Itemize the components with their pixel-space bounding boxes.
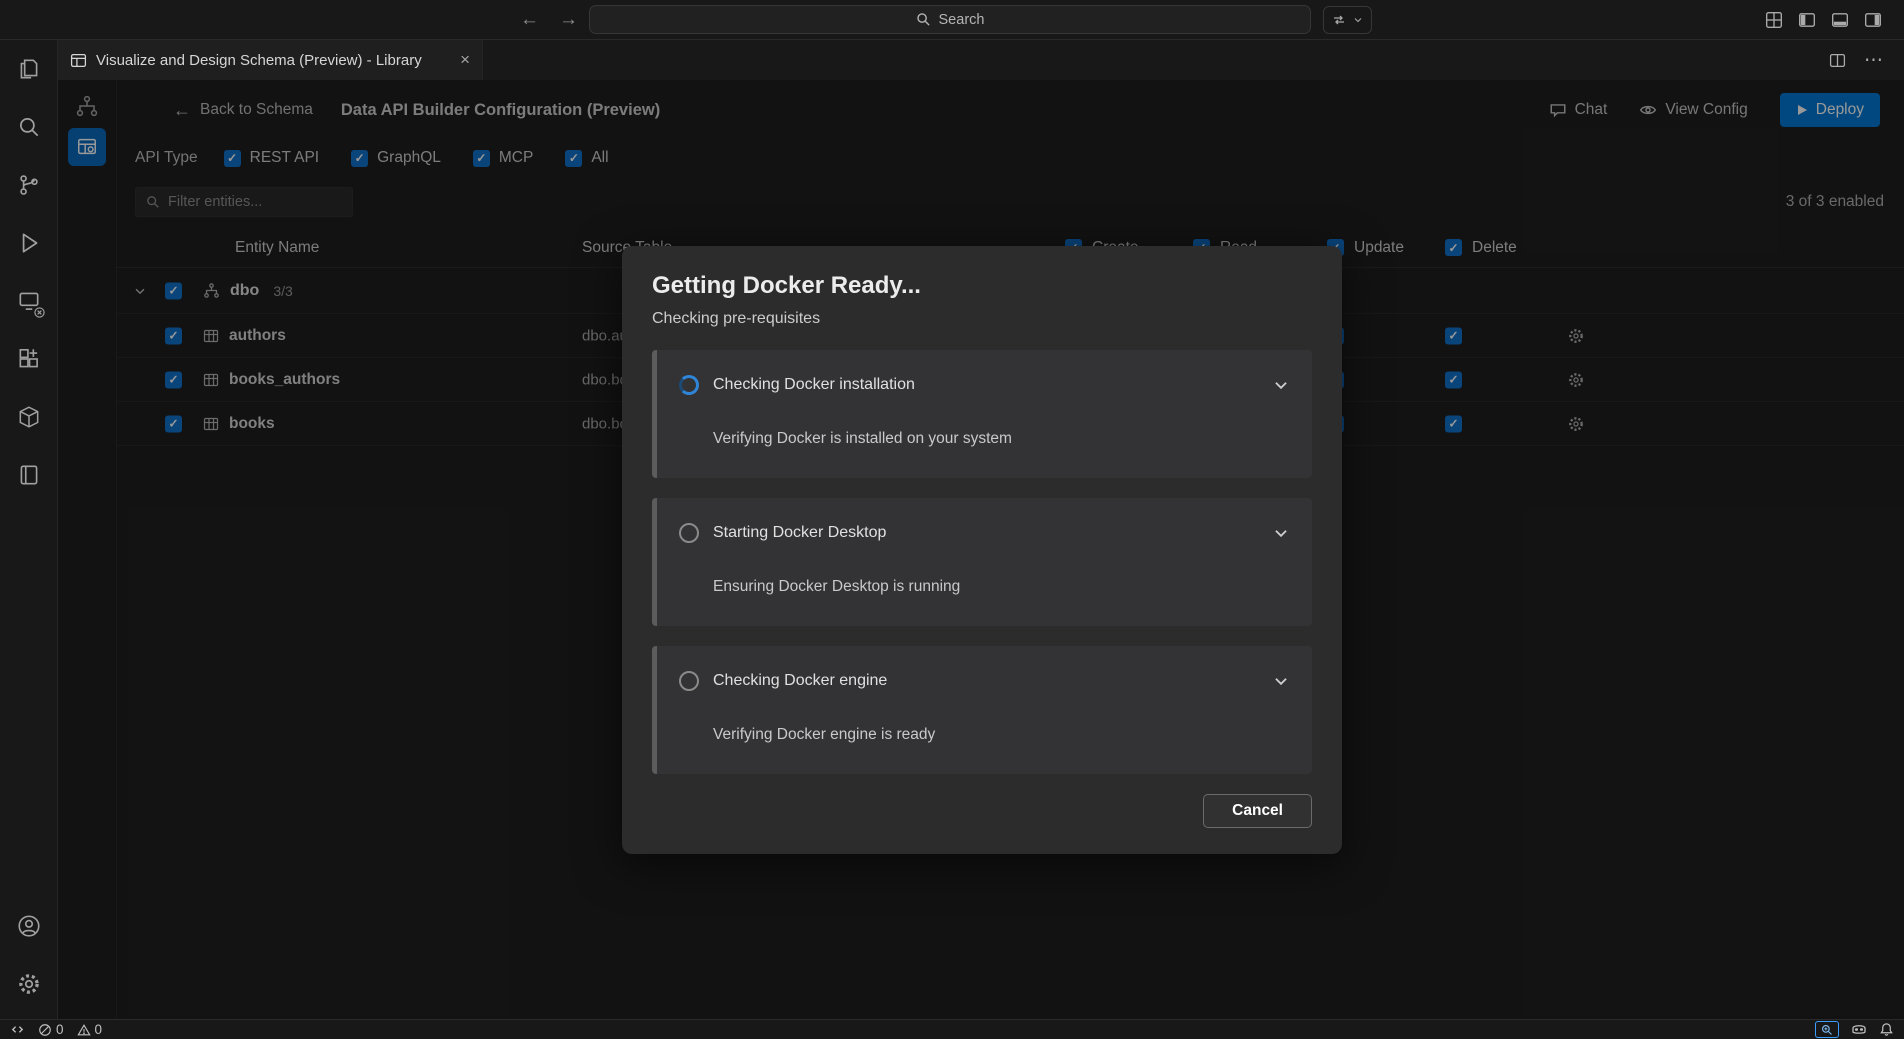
titlebar: ← → Search bbox=[0, 0, 1904, 40]
error-badge-icon bbox=[34, 307, 45, 318]
toggle-secondary-sidebar-icon[interactable] bbox=[1864, 11, 1882, 29]
designer-tab-icon bbox=[70, 52, 87, 69]
sync-icon bbox=[1331, 12, 1347, 28]
tab-close-icon[interactable]: × bbox=[460, 50, 470, 70]
settings-gear-icon[interactable] bbox=[0, 955, 57, 1013]
step-docker-installation: Checking Docker installation Verifying D… bbox=[652, 350, 1312, 478]
status-bar: 0 0 bbox=[0, 1019, 1904, 1039]
session-dropdown-button[interactable] bbox=[1323, 6, 1372, 34]
search-view-icon[interactable] bbox=[0, 98, 57, 156]
cancel-button[interactable]: Cancel bbox=[1203, 794, 1312, 828]
spinner-icon bbox=[679, 375, 699, 395]
dialog-subtitle: Checking pre-requisites bbox=[652, 310, 1312, 328]
remote-indicator-icon[interactable] bbox=[10, 1022, 25, 1037]
account-icon[interactable] bbox=[0, 897, 57, 955]
chevron-down-icon[interactable] bbox=[1272, 524, 1290, 542]
command-search[interactable]: Search bbox=[589, 5, 1311, 34]
search-icon bbox=[916, 12, 931, 27]
warning-icon bbox=[77, 1023, 91, 1037]
tab-bar: Visualize and Design Schema (Preview) - … bbox=[58, 40, 1904, 80]
pending-circle-icon bbox=[679, 523, 699, 543]
zoom-indicator[interactable] bbox=[1815, 1021, 1839, 1038]
forward-arrow-icon[interactable]: → bbox=[559, 9, 578, 31]
explorer-icon[interactable] bbox=[0, 40, 57, 98]
dialog-title: Getting Docker Ready... bbox=[652, 272, 1312, 300]
warnings-status[interactable]: 0 bbox=[77, 1022, 103, 1037]
containers-icon[interactable] bbox=[0, 388, 57, 446]
extensions-icon[interactable] bbox=[0, 330, 57, 388]
split-editor-icon[interactable] bbox=[1829, 52, 1846, 69]
step-docker-engine: Checking Docker engine Verifying Docker … bbox=[652, 646, 1312, 774]
toggle-primary-sidebar-icon[interactable] bbox=[1798, 11, 1816, 29]
chevron-down-icon[interactable] bbox=[1272, 376, 1290, 394]
search-placeholder: Search bbox=[939, 12, 985, 28]
more-actions-icon[interactable]: ⋯ bbox=[1864, 49, 1884, 72]
back-arrow-icon[interactable]: ← bbox=[520, 9, 539, 31]
zoom-icon bbox=[1821, 1024, 1833, 1036]
customize-layout-icon[interactable] bbox=[1765, 11, 1783, 29]
source-control-icon[interactable] bbox=[0, 156, 57, 214]
sql-server-icon[interactable] bbox=[0, 272, 57, 330]
step-docker-desktop: Starting Docker Desktop Ensuring Docker … bbox=[652, 498, 1312, 626]
database-projects-icon[interactable] bbox=[0, 446, 57, 504]
run-debug-icon[interactable] bbox=[0, 214, 57, 272]
chevron-down-icon[interactable] bbox=[1272, 672, 1290, 690]
chevron-down-icon bbox=[1352, 14, 1364, 26]
history-nav: ← → bbox=[520, 0, 578, 40]
errors-status[interactable]: 0 bbox=[38, 1022, 64, 1037]
error-icon bbox=[38, 1023, 52, 1037]
tab-title: Visualize and Design Schema (Preview) - … bbox=[96, 52, 422, 69]
docker-ready-dialog: Getting Docker Ready... Checking pre-req… bbox=[622, 246, 1342, 854]
copilot-icon[interactable] bbox=[1851, 1022, 1867, 1038]
tab-schema-designer[interactable]: Visualize and Design Schema (Preview) - … bbox=[58, 40, 483, 80]
notifications-bell-icon[interactable] bbox=[1879, 1022, 1894, 1037]
pending-circle-icon bbox=[679, 671, 699, 691]
activity-bar bbox=[0, 40, 58, 1019]
toggle-panel-icon[interactable] bbox=[1831, 11, 1849, 29]
